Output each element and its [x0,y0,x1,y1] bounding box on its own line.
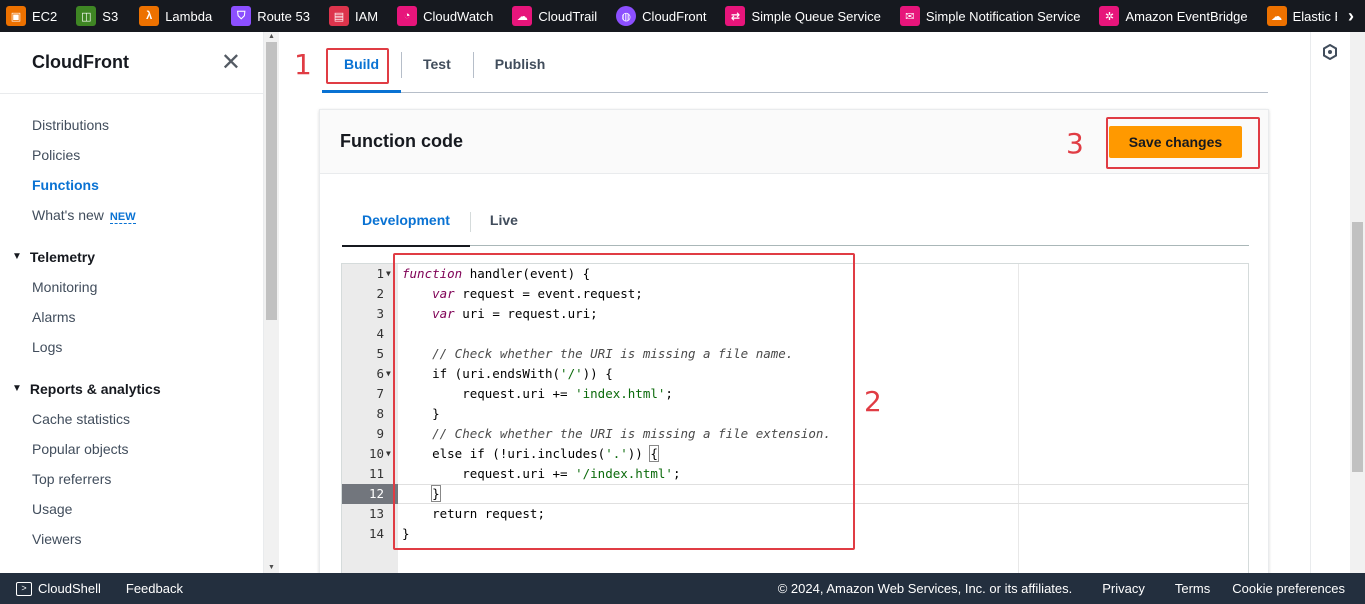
panel-title: Function code [340,131,463,151]
function-tabs: Build Test Publish [322,48,1268,93]
cloudtrail-icon: ☁ [512,6,533,26]
console-footer: > CloudShell Feedback © 2024, Amazon Web… [0,573,1365,604]
sidebar-item-viewers[interactable]: Viewers [0,524,263,554]
section-reports-analytics[interactable]: ▼ Reports & analytics [0,374,263,404]
sidebar-item-whats-new[interactable]: What's new NEW [0,200,263,230]
cloudwatch-icon: ◔ [397,6,418,26]
sidebar-item-cache-statistics[interactable]: Cache statistics [0,404,263,434]
service-sqs-link[interactable]: ⇄ Simple Queue Service [711,0,885,32]
tab-development[interactable]: Development [342,198,470,247]
feedback-link[interactable]: Feedback [126,581,183,596]
cloudshell-link[interactable]: CloudShell [38,581,101,596]
tab-publish[interactable]: Publish [472,48,568,92]
fold-toggle-icon[interactable]: ▼ [386,364,391,384]
service-iam-link[interactable]: ▤ IAM [315,0,383,32]
sidebar-item-popular-objects[interactable]: Popular objects [0,434,263,464]
code-stage-tabs: Development Live [342,198,1249,247]
sidebar-header: CloudFront ✕ [0,32,263,94]
highlight-code-editor [393,253,855,550]
section-telemetry[interactable]: ▼ Telemetry [0,242,263,272]
sidebar-scrollbar[interactable]: ▲ ▼ [264,32,279,573]
copyright-text: © 2024, Amazon Web Services, Inc. or its… [777,581,1073,596]
sidebar-item-usage[interactable]: Usage [0,494,263,524]
service-route53-link[interactable]: ⛉ Route 53 [217,0,315,32]
sidebar-item-functions[interactable]: Functions [0,170,263,200]
terms-link[interactable]: Terms [1175,581,1210,596]
service-lambda-link[interactable]: λ Lambda [123,0,217,32]
cookie-preferences-link[interactable]: Cookie preferences [1232,581,1345,596]
callout-1: 1 [294,48,312,81]
tab-test[interactable]: Test [401,48,473,92]
side-navigation: CloudFront ✕ Distributions Policies Func… [0,32,264,573]
service-s3-link[interactable]: ◫ S3 [62,0,123,32]
scrollbar-thumb[interactable] [1352,222,1363,472]
sidebar-item-monitoring[interactable]: Monitoring [0,272,263,302]
s3-icon: ◫ [76,6,97,26]
fold-toggle-icon[interactable]: ▼ [386,444,391,464]
scroll-down-icon[interactable]: ▼ [264,563,279,573]
service-cloudtrail-link[interactable]: ☁ CloudTrail [498,0,602,32]
service-sns-link[interactable]: ✉ Simple Notification Service [886,0,1086,32]
service-favorites-bar: ▣ EC2 ◫ S3 λ Lambda ⛉ Route 53 ▤ IAM ◔ CloudWa… [0,0,1365,32]
service-cloudfront-link[interactable]: ◍ CloudFront [602,0,711,32]
fold-toggle-icon[interactable]: ▼ [386,264,391,284]
scrollbar-thumb[interactable] [266,42,277,320]
sns-icon: ✉ [899,6,920,26]
eventbridge-icon: ✲ [1099,6,1120,26]
callout-2: 2 [864,385,882,418]
right-tools-rail [1310,32,1350,573]
hexagon-icon[interactable] [1322,44,1338,60]
sidebar-item-alarms[interactable]: Alarms [0,302,263,332]
service-ec2-link[interactable]: ▣ EC2 [0,0,62,32]
cloudfront-icon: ◍ [616,6,637,26]
route53-icon: ⛉ [231,6,252,26]
scroll-up-icon[interactable]: ▲ [264,32,279,42]
sidebar-item-label: What's new [32,207,104,223]
highlight-save-button [1106,117,1260,169]
cloudshell-icon: > [16,581,32,596]
chevron-right-icon[interactable]: › [1337,0,1365,32]
sidebar-title[interactable]: CloudFront [32,52,129,73]
sidebar-item-logs[interactable]: Logs [0,332,263,362]
callout-3: 3 [1066,127,1084,160]
ec2-icon: ▣ [6,6,26,26]
page-scrollbar[interactable] [1350,32,1365,573]
highlight-build-tab [326,48,389,84]
sidebar-item-policies[interactable]: Policies [0,140,263,170]
sqs-icon: ⇄ [725,6,746,26]
caret-down-icon: ▼ [12,251,22,262]
privacy-link[interactable]: Privacy [1102,581,1145,596]
lambda-icon: λ [139,6,160,26]
sidebar-item-distributions[interactable]: Distributions [0,110,263,140]
new-badge: NEW [109,211,136,224]
iam-icon: ▤ [328,6,349,26]
service-eventbridge-link[interactable]: ✲ Amazon EventBridge [1085,0,1252,32]
close-icon[interactable]: ✕ [221,50,241,75]
sidebar-item-top-referrers[interactable]: Top referrers [0,464,263,494]
service-cloudwatch-link[interactable]: ◔ CloudWatch [383,0,498,32]
caret-down-icon: ▼ [12,383,22,394]
elastic-beanstalk-icon: ☁ [1266,6,1287,26]
tab-live[interactable]: Live [469,198,538,246]
